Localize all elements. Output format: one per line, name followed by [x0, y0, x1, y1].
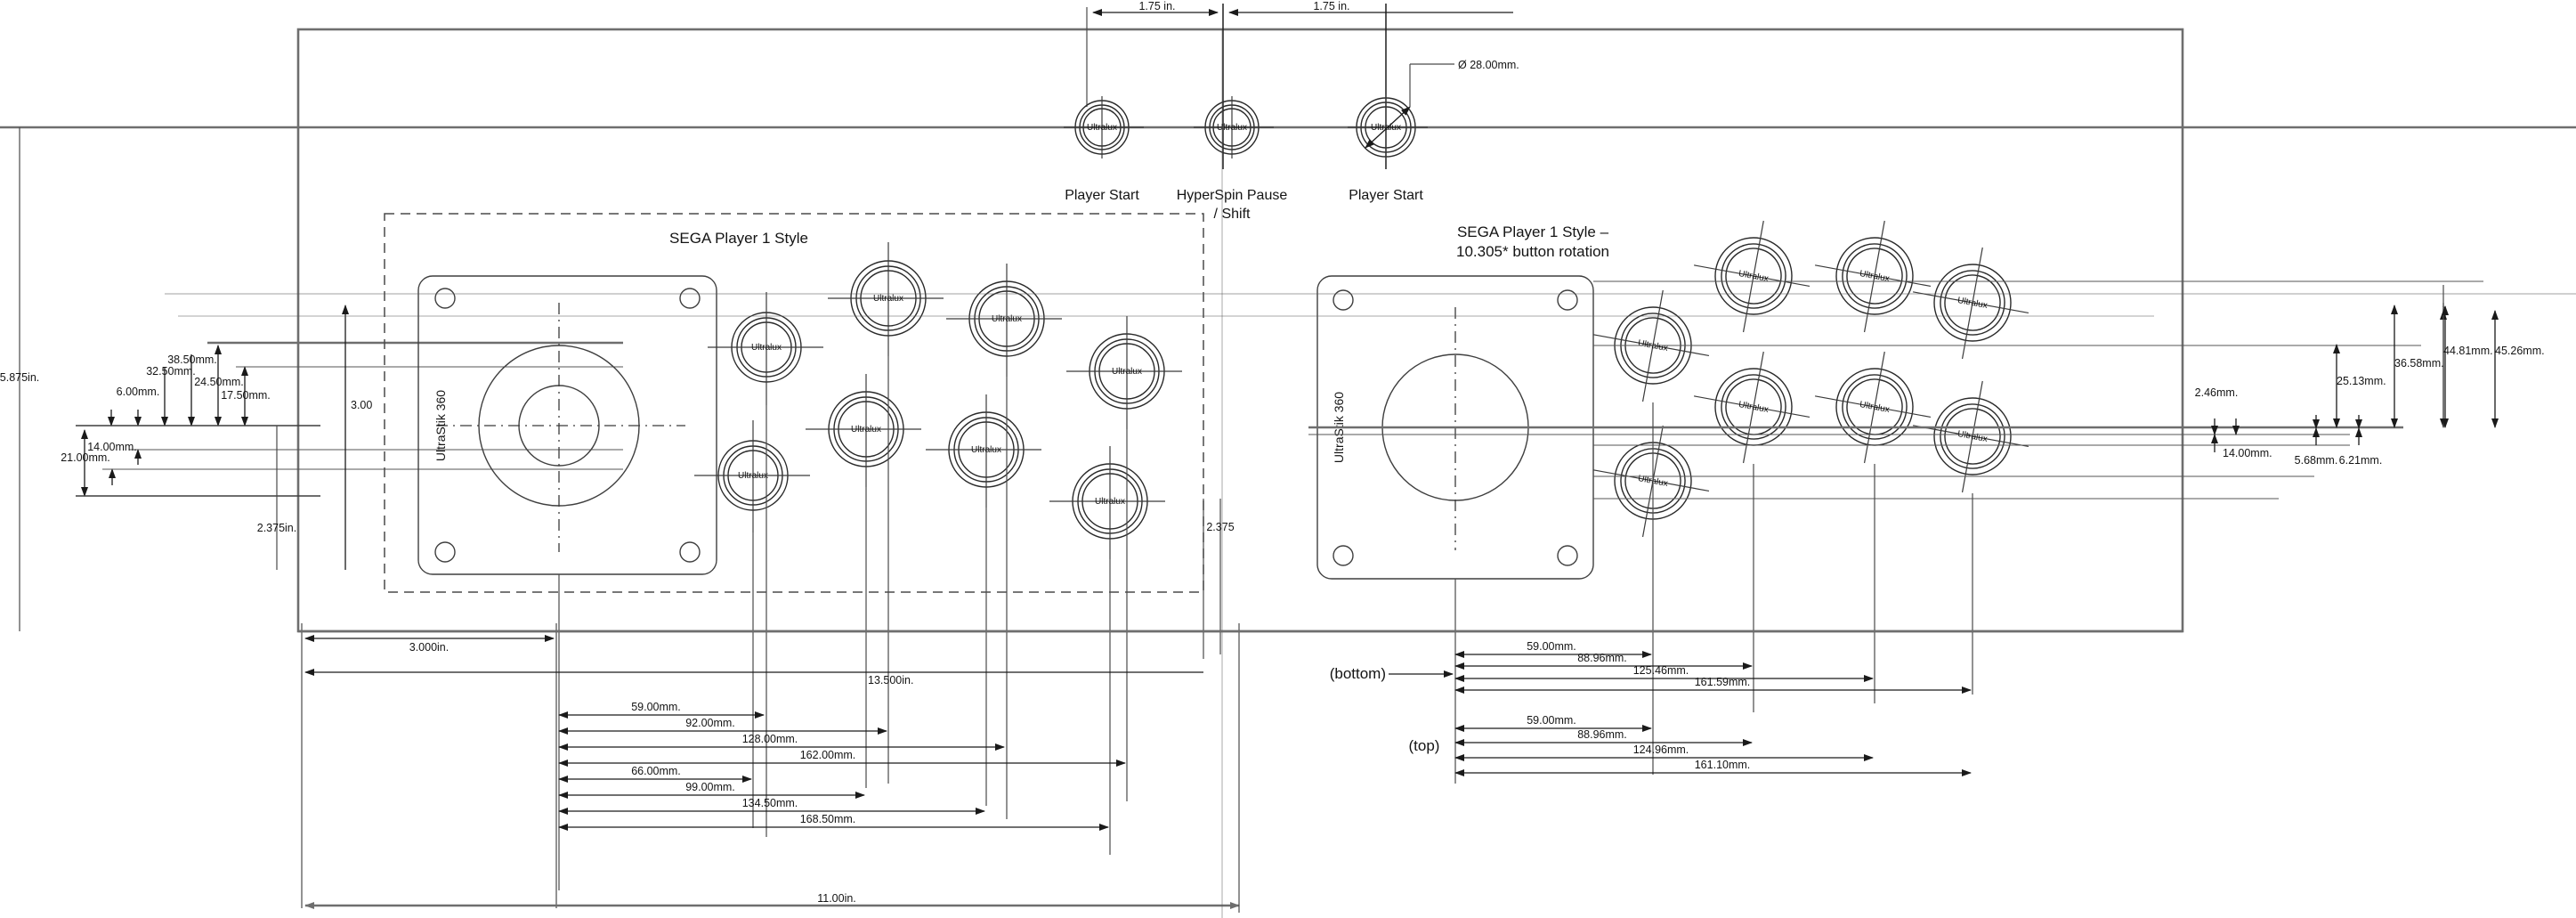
overall-height-label: 5.875in.	[0, 371, 39, 384]
inner-depth-label: 2.375in.	[257, 522, 296, 534]
right-button-3[interactable]: Ultralux	[1805, 210, 1941, 343]
top-button-label-3: Player Start	[1349, 188, 1423, 203]
top-button-label-1: Player Start	[1065, 188, 1139, 203]
right-group-label-bottom: (bottom)	[1330, 665, 1386, 682]
button-inner-text: Ultralux	[1956, 429, 1988, 444]
left-button-4[interactable]: Ultralux	[1066, 316, 1182, 429]
left-button-3[interactable]: Ultralux	[946, 264, 1062, 377]
right-dim-5-68: 5.68mm.	[2295, 454, 2338, 467]
left-button-8[interactable]: Ultralux	[1049, 446, 1165, 559]
left-button-1[interactable]: Ultralux	[708, 292, 823, 405]
right-button-7[interactable]: Ultralux	[1805, 341, 1941, 474]
button-inner-text: Ultralux	[1956, 296, 1988, 311]
top-button-label-2b: / Shift	[1214, 207, 1251, 222]
right-dim-25-13: 25.13mm.	[2337, 375, 2386, 387]
left-h-dim-59: 59.00mm.	[631, 701, 681, 713]
top-dimension-chain: 1.75 in. 1.75 in.	[1086, 0, 1513, 169]
right-group-label-top: (top)	[1409, 737, 1440, 754]
left-dim-21-00: 21.00mm.	[61, 451, 110, 464]
button-inner-text: Ultralux	[1112, 367, 1142, 377]
right-bottom-dim-125-46: 125.46mm.	[1633, 664, 1689, 677]
left-button-6[interactable]: Ultralux	[806, 374, 921, 487]
panel-outline	[296, 28, 2184, 633]
construction-lines	[165, 29, 2576, 918]
left-button-7[interactable]: Ultralux	[926, 394, 1041, 508]
left-button-top-row: Ultralux Ultralux Ultralux Ultralux	[708, 242, 1182, 429]
left-button-bottom-row: Ultralux Ultralux Ultralux Ultralux	[694, 374, 1165, 559]
right-button-2[interactable]: Ultralux	[1684, 210, 1820, 343]
button-inner-text: Ultralux	[971, 445, 1001, 455]
button-inner-text: Ultralux	[1217, 123, 1247, 133]
left-h-dim-168-50: 168.50mm.	[800, 813, 856, 825]
left-joystick-plate: UltraStik 360	[417, 275, 717, 575]
right-bottom-dim-59: 59.00mm.	[1527, 640, 1576, 653]
button-inner-text: Ultralux	[873, 294, 903, 304]
right-bottom-dimensions: (bottom) 59.00mm. 88.96mm. 125.46mm. 161…	[1330, 402, 1973, 784]
button-inner-text: Ultralux	[1087, 123, 1117, 133]
right-bottom-dim-161-59: 161.59mm.	[1695, 676, 1751, 688]
right-top-dim-161-10: 161.10mm.	[1695, 759, 1751, 771]
left-button-5[interactable]: Ultralux	[694, 420, 810, 532]
button-inner-text: Ultralux	[1095, 497, 1125, 507]
left-dim-38-50: 38.50mm.	[167, 353, 217, 366]
top-dim-1: 1.75 in.	[1138, 0, 1175, 12]
top-button-group: Ultralux Player Start Ultralux HyperSpin…	[1064, 59, 1519, 222]
left-dim-6-00: 6.00mm.	[117, 386, 160, 398]
left-cluster-title: SEGA Player 1 Style	[669, 230, 808, 247]
top-button-player-start-right[interactable]: Ultralux Player Start	[1348, 94, 1428, 203]
right-button-8[interactable]: Ultralux	[1903, 370, 2039, 503]
right-top-dim-124-96: 124.96mm.	[1633, 743, 1689, 756]
mid-width-label: 13.500in.	[868, 674, 913, 686]
joystick-vert-dim: 3.00	[351, 399, 372, 411]
left-h-dim-128: 128.00mm.	[742, 733, 798, 745]
left-h-dim-162: 162.00mm.	[800, 749, 856, 761]
top-button-player-start-left[interactable]: Ultralux Player Start	[1064, 96, 1144, 203]
left-button-2[interactable]: Ultralux	[828, 242, 944, 356]
top-button-label-2a: HyperSpin Pause	[1177, 188, 1288, 203]
left-h-dim-92: 92.00mm.	[685, 717, 735, 729]
right-dim-14-00: 14.00mm.	[2223, 447, 2272, 459]
section-depth-label: 2.375	[1206, 521, 1234, 533]
left-dim-17-50: 17.50mm.	[221, 389, 271, 402]
right-vertical-dimensions: 44.81mm. 45.26mm. 36.58mm. 25.13mm. 2.46…	[2195, 285, 2545, 467]
right-dim-6-21: 6.21mm.	[2339, 454, 2383, 467]
top-dim-2: 1.75 in.	[1313, 0, 1349, 12]
right-dim-44-81: 44.81mm.	[2443, 345, 2493, 357]
right-top-dim-59: 59.00mm.	[1527, 714, 1576, 727]
button-inner-text: Ultralux	[1371, 123, 1401, 133]
right-cluster-title-line2: 10.305* button rotation	[1456, 243, 1609, 260]
top-button-hyperspin-pause[interactable]: Ultralux HyperSpin Pause / Shift	[1177, 96, 1288, 222]
left-dim-32-50: 32.50mm.	[146, 365, 196, 378]
left-offset-label: 3.000in.	[409, 641, 449, 654]
right-bottom-dim-88-96: 88.96mm.	[1577, 652, 1627, 664]
left-dim-24-50: 24.50mm.	[194, 376, 244, 388]
diameter-callout: Ø 28.00mm.	[1365, 59, 1519, 149]
left-cluster: SEGA Player 1 Style UltraStik 360 3.00 U…	[342, 213, 1235, 659]
right-dim-36-58: 36.58mm.	[2394, 357, 2444, 370]
right-button-6[interactable]: Ultralux	[1684, 341, 1820, 474]
button-inner-text: Ultralux	[751, 343, 782, 353]
left-joystick-label: UltraStik 360	[433, 390, 448, 461]
technical-drawing-svg: 1.75 in. 1.75 in. Ultralux Player Start …	[0, 0, 2576, 918]
diameter-label: Ø 28.00mm.	[1458, 59, 1519, 71]
right-top-dim-88-96: 88.96mm.	[1577, 728, 1627, 741]
left-h-dim-66: 66.00mm.	[631, 765, 681, 777]
left-vertical-dimensions: 5.875in. 38.50mm. 32.50mm. 24.50mm. 6.00…	[0, 127, 623, 631]
button-inner-text: Ultralux	[1859, 400, 1890, 415]
right-dim-2-46: 2.46mm.	[2195, 386, 2239, 399]
left-h-dim-134-50: 134.50mm.	[742, 797, 798, 809]
button-inner-text: Ultralux	[851, 425, 881, 435]
right-button-group: Ultralux Ultralux Ultralux Ultralux Ultr…	[1592, 210, 2039, 538]
right-button-4[interactable]: Ultralux	[1903, 237, 2039, 370]
button-inner-text: Ultralux	[1738, 400, 1769, 415]
right-cluster: SEGA Player 1 Style – 10.305* button rot…	[1316, 210, 2039, 580]
right-dim-45-26: 45.26mm.	[2495, 345, 2545, 357]
cad-drawing-canvas: 1.75 in. 1.75 in. Ultralux Player Start …	[0, 0, 2576, 918]
left-h-dim-99: 99.00mm.	[685, 781, 735, 793]
right-cluster-title-line1: SEGA Player 1 Style –	[1457, 223, 1609, 240]
overall-width-label: 11.00in.	[817, 892, 856, 905]
button-inner-text: Ultralux	[738, 471, 768, 481]
